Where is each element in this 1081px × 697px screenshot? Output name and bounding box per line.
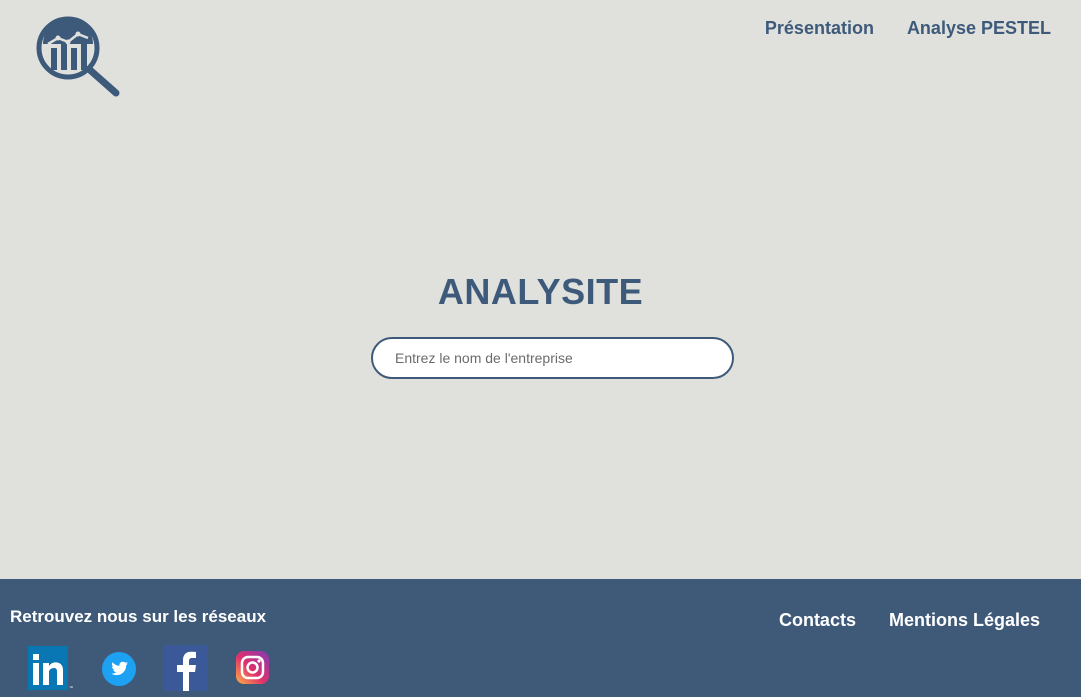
social-title: Retrouvez nous sur les réseaux <box>10 607 267 626</box>
company-search-input[interactable] <box>371 337 734 379</box>
twitter-icon[interactable] <box>102 652 136 691</box>
social-icons: ™ <box>28 645 269 696</box>
page: Présentation Analyse PESTEL ANALYSITE Re… <box>0 0 1081 697</box>
contacts-link[interactable]: Contacts <box>779 610 856 631</box>
nav-analyse-pestel-link[interactable]: Analyse PESTEL <box>907 18 1051 38</box>
mentions-legales-link[interactable]: Mentions Légales <box>889 610 1040 631</box>
svg-text:™: ™ <box>69 685 73 690</box>
footer: Retrouvez nous sur les réseaux ™ Contact… <box>0 579 1081 697</box>
site-title: ANALYSITE <box>437 271 644 312</box>
top-nav: Présentation Analyse PESTEL <box>765 18 1051 38</box>
facebook-icon[interactable] <box>164 645 208 696</box>
linkedin-icon[interactable]: ™ <box>28 645 74 696</box>
instagram-icon[interactable] <box>236 651 269 689</box>
footer-links: Contacts Mentions Légales <box>779 610 1040 631</box>
nav-presentation-link[interactable]: Présentation <box>765 18 874 38</box>
logo-magnifier-chart-icon[interactable] <box>34 14 122 98</box>
